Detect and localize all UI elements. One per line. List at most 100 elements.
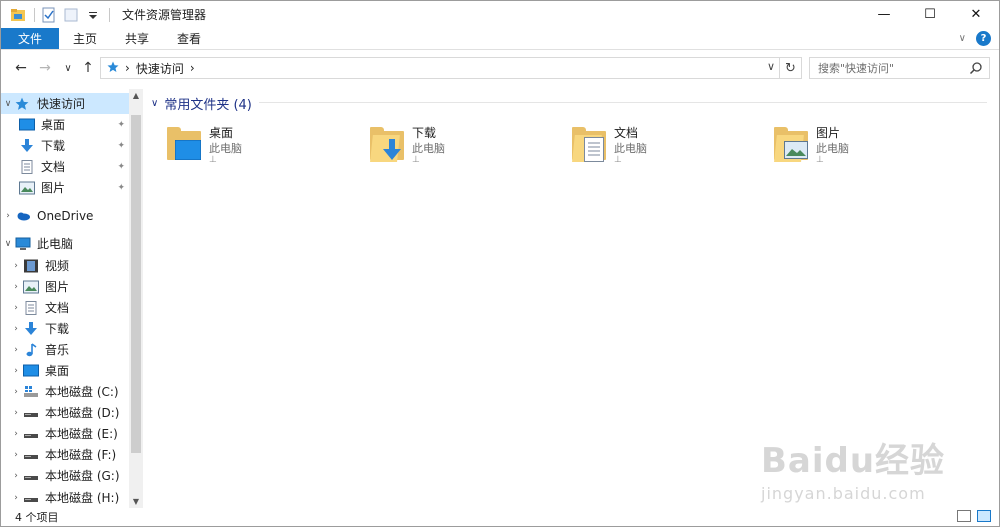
minimize-button[interactable]: — [861,1,907,28]
collapsed-chevron-icon[interactable]: › [1,211,15,221]
nav-label: 本地磁盘 (F:) [45,448,117,462]
breadcrumb-location[interactable]: 快速访问 [136,60,184,77]
forward-button[interactable]: → [36,58,54,78]
address-bar[interactable]: › 快速访问 › ∨ [100,57,780,79]
expand-ribbon-icon[interactable]: ∨ [959,33,966,44]
group-header[interactable]: ∨ 常用文件夹 (4) [151,94,252,113]
nav-label: 桌面 [45,364,70,378]
details-view-icon[interactable] [957,510,971,522]
collapsed-chevron-icon[interactable]: › [9,366,23,376]
nav-scrollbar[interactable]: ▲ ▼ [129,89,143,508]
nav-onedrive[interactable]: › OneDrive [1,205,129,226]
search-input[interactable]: 搜索"快速访问" [809,57,990,79]
collapsed-chevron-icon[interactable]: › [9,324,23,334]
folder-name: 下载 [412,126,437,140]
properties-icon[interactable] [41,7,57,23]
pin-icon[interactable]: ✦ [117,120,125,130]
nav-drive-h[interactable]: › 本地磁盘 (H:) [1,487,129,508]
scroll-up-arrow[interactable]: ▲ [131,91,141,100]
customize-toolbar-icon[interactable] [85,7,101,23]
folder-location: 此电脑 [816,142,849,155]
collapsed-chevron-icon[interactable]: › [9,261,23,271]
nav-this-pc[interactable]: ∨ 此电脑 [1,233,129,254]
pin-icon[interactable]: ✦ [117,183,125,193]
nav-label: 桌面 [41,118,66,132]
collapsed-chevron-icon[interactable]: › [9,282,23,292]
tab-share[interactable]: 共享 [111,28,163,49]
breadcrumb-separator[interactable]: › [190,61,195,75]
nav-label: 本地磁盘 (D:) [45,406,120,420]
expanded-chevron-icon[interactable]: ∨ [1,99,15,109]
nav-qa-pictures[interactable]: 图片 ✦ [1,177,129,198]
collapsed-chevron-icon[interactable]: › [9,408,23,418]
group-collapse-icon[interactable]: ∨ [151,98,158,109]
pin-icon: ⊥ [816,155,824,165]
tab-file[interactable]: 文件 [1,28,60,49]
folder-tile-desktop[interactable]: 桌面 此电脑 ⊥ [149,122,339,172]
tab-home[interactable]: 主页 [59,28,111,49]
downloads-folder-icon [370,127,404,163]
onedrive-cloud-icon [15,209,31,223]
nav-pc-desktop[interactable]: › 桌面 [1,360,129,381]
toolbar-divider [34,7,35,22]
new-folder-icon[interactable] [63,7,79,23]
nav-pc-downloads[interactable]: › 下载 [1,318,129,339]
pin-icon[interactable]: ✦ [117,162,125,172]
window-controls: — ☐ ✕ [861,1,999,28]
folder-tile-downloads[interactable]: 下载 此电脑 ⊥ [352,122,542,172]
breadcrumb: › 快速访问 › [101,60,195,77]
nav-qa-downloads[interactable]: 下载 ✦ [1,135,129,156]
nav-pc-videos[interactable]: › 视频 [1,255,129,276]
expanded-chevron-icon[interactable]: ∨ [1,239,15,249]
group-title: 常用文件夹 (4) [164,98,252,113]
nav-drive-c[interactable]: › 本地磁盘 (C:) [1,381,129,402]
nav-pc-pictures[interactable]: › 图片 [1,276,129,297]
folder-name: 文档 [614,126,639,140]
help-icon[interactable]: ? [976,31,991,46]
folder-name: 图片 [816,126,841,140]
group-divider [259,102,987,103]
nav-drive-f[interactable]: › 本地磁盘 (F:) [1,444,129,465]
collapsed-chevron-icon[interactable]: › [9,450,23,460]
pictures-folder-icon [774,127,808,163]
explorer-folder-icon[interactable] [10,7,26,23]
maximize-button[interactable]: ☐ [907,1,953,28]
navigation-pane: ∨ 快速访问 桌面 ✦ 下载 ✦ 文档 ✦ 图片 ✦ › OneDrive ∨ … [1,89,143,508]
nav-pc-documents[interactable]: › 文档 [1,297,129,318]
nav-qa-documents[interactable]: 文档 ✦ [1,156,129,177]
scroll-down-arrow[interactable]: ▼ [131,497,141,506]
collapsed-chevron-icon[interactable]: › [9,387,23,397]
folder-tile-documents[interactable]: 文档 此电脑 ⊥ [554,122,744,172]
nav-drive-e[interactable]: › 本地磁盘 (E:) [1,423,129,444]
scroll-thumb[interactable] [131,115,141,453]
up-button[interactable]: ↑ [79,58,97,78]
nav-drive-d[interactable]: › 本地磁盘 (D:) [1,402,129,423]
ribbon-right-controls: ∨ ? [959,31,991,46]
status-bar: 4 个项目 [1,508,999,526]
folder-name: 桌面 [209,126,234,140]
collapsed-chevron-icon[interactable]: › [9,471,23,481]
pin-icon[interactable]: ✦ [117,141,125,151]
nav-quick-access[interactable]: ∨ 快速访问 [1,93,129,114]
large-icons-view-icon[interactable] [977,510,991,522]
address-dropdown-icon[interactable]: ∨ [767,60,775,73]
nav-label: 此电脑 [37,237,74,251]
drive-icon [23,406,39,420]
nav-label: 文档 [41,160,66,174]
collapsed-chevron-icon[interactable]: › [9,493,23,503]
nav-drive-g[interactable]: › 本地磁盘 (G:) [1,465,129,486]
nav-pc-music[interactable]: › 音乐 [1,339,129,360]
collapsed-chevron-icon[interactable]: › [9,345,23,355]
refresh-button[interactable]: ↻ [780,57,802,79]
back-button[interactable]: ← [12,58,30,78]
collapsed-chevron-icon[interactable]: › [9,303,23,313]
collapsed-chevron-icon[interactable]: › [9,429,23,439]
recent-locations-button[interactable]: ∨ [59,58,77,78]
folder-tile-pictures[interactable]: 图片 此电脑 ⊥ [756,122,946,172]
search-icon[interactable] [969,61,983,75]
close-button[interactable]: ✕ [953,1,999,28]
windows-drive-icon [23,385,39,399]
nav-qa-desktop[interactable]: 桌面 ✦ [1,114,129,135]
nav-label: 本地磁盘 (H:) [45,491,120,505]
tab-view[interactable]: 查看 [163,28,215,49]
